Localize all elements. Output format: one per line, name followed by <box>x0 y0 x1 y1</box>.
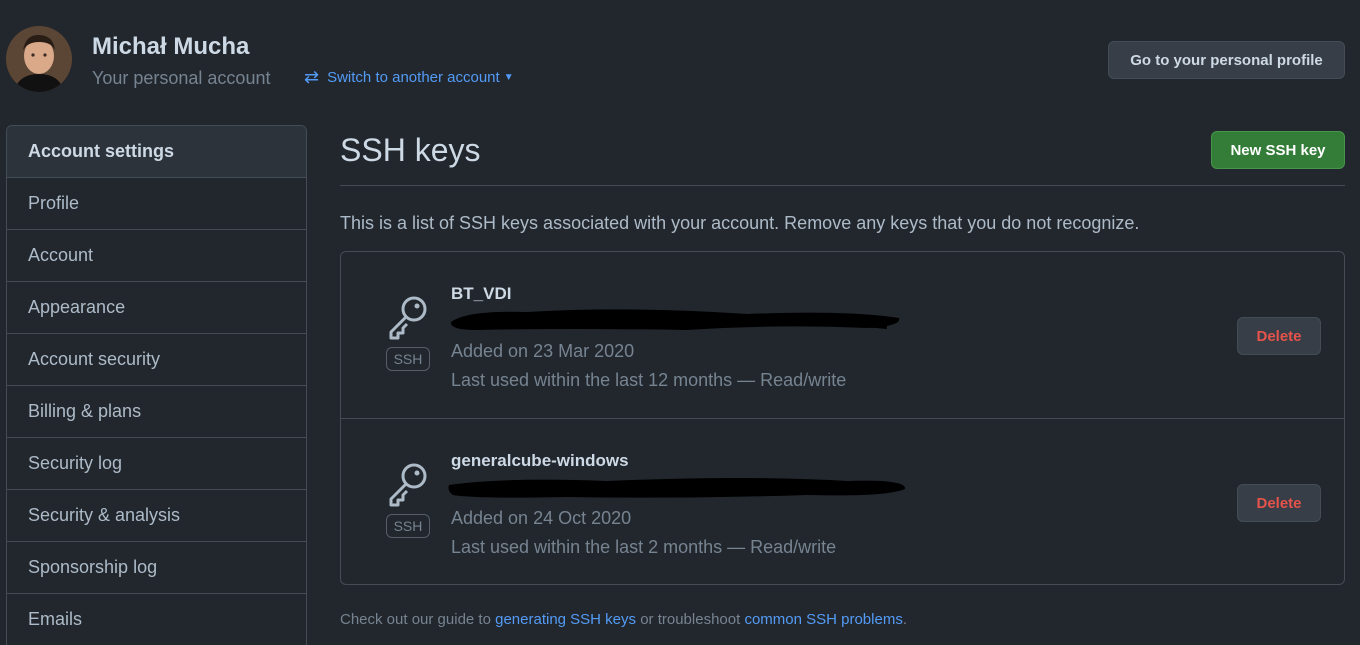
key-icon <box>389 296 427 340</box>
redacted-fingerprint <box>450 309 900 330</box>
ssh-key-row: SSH generalcube-windows Added on 24 Oct … <box>341 419 1344 584</box>
switch-account-label: Switch to another account <box>327 68 500 86</box>
personal-profile-button[interactable]: Go to your personal profile <box>1108 41 1345 79</box>
delete-key-button[interactable]: Delete <box>1237 317 1321 355</box>
footer-suffix: . <box>902 611 907 628</box>
sidebar-item-emails[interactable]: Emails <box>7 594 306 645</box>
account-subtitle: Your personal account <box>92 68 271 88</box>
help-footer: Check out our guide to generating SSH ke… <box>340 611 907 628</box>
key-added-date: Added on 24 Oct 2020 <box>451 508 632 528</box>
caret-down-icon: ▼ <box>503 71 514 83</box>
arrow-switch-icon: ⇄ <box>304 67 320 87</box>
delete-key-button[interactable]: Delete <box>1237 484 1321 522</box>
settings-sidebar: Account settings Profile Account Appeara… <box>6 125 307 645</box>
redacted-fingerprint <box>448 478 906 498</box>
sidebar-item-security-log[interactable]: Security log <box>7 438 306 490</box>
intro-text: This is a list of SSH keys associated wi… <box>340 213 1140 233</box>
footer-prefix: Check out our guide to <box>340 611 496 628</box>
sidebar-header-account-settings: Account settings <box>7 126 306 178</box>
ssh-badge: SSH <box>386 514 430 538</box>
sidebar-item-sponsorship-log[interactable]: Sponsorship log <box>7 542 306 594</box>
account-name: Michał Mucha <box>92 33 250 60</box>
ssh-keys-list: SSH BT_VDI Added on 23 Mar 2020 Last use… <box>340 251 1345 585</box>
footer-middle: or troubleshoot <box>636 611 745 628</box>
avatar[interactable] <box>6 26 72 92</box>
key-last-used: Last used within the last 2 months — Rea… <box>451 537 837 557</box>
ssh-badge: SSH <box>386 347 430 371</box>
sidebar-item-account[interactable]: Account <box>7 230 306 282</box>
common-ssh-problems-link[interactable]: common SSH problems <box>744 611 902 628</box>
sidebar-item-account-security[interactable]: Account security <box>7 334 306 386</box>
title-divider <box>340 185 1345 186</box>
settings-page: Michał Mucha Your personal account ⇄ Swi… <box>0 0 1360 645</box>
page-title: SSH keys <box>340 132 481 168</box>
sidebar-item-security-analysis[interactable]: Security & analysis <box>7 490 306 542</box>
ssh-key-row: SSH BT_VDI Added on 23 Mar 2020 Last use… <box>341 252 1344 419</box>
key-last-used: Last used within the last 12 months — Re… <box>451 370 847 390</box>
sidebar-item-billing[interactable]: Billing & plans <box>7 386 306 438</box>
switch-account-link[interactable]: ⇄ Switch to another account ▼ <box>304 68 514 86</box>
generating-ssh-keys-link[interactable]: generating SSH keys <box>495 611 636 628</box>
key-added-date: Added on 23 Mar 2020 <box>451 341 635 361</box>
key-icon <box>389 463 427 507</box>
sidebar-item-profile[interactable]: Profile <box>7 178 306 230</box>
new-ssh-key-button[interactable]: New SSH key <box>1211 131 1345 169</box>
sidebar-item-appearance[interactable]: Appearance <box>7 282 306 334</box>
